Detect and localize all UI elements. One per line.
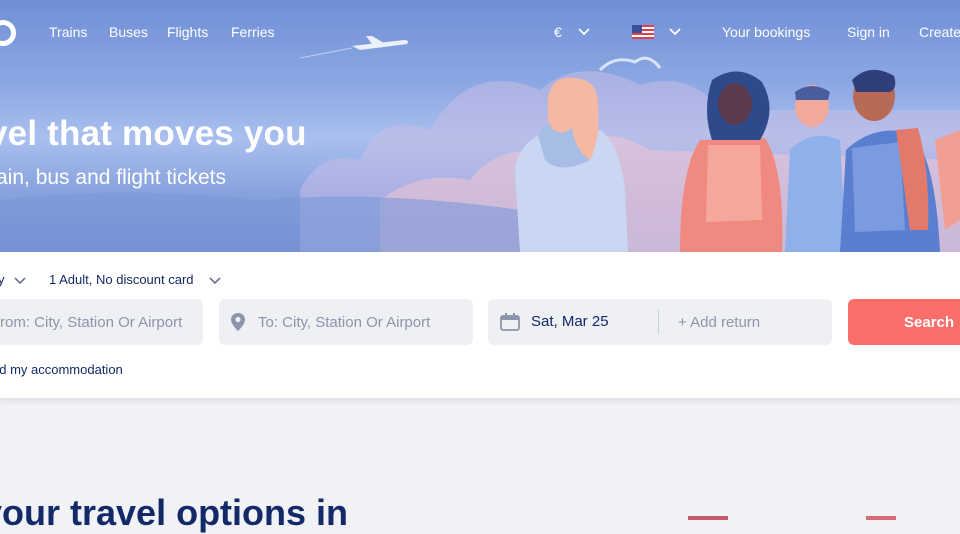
chevron-down-icon[interactable] xyxy=(208,274,222,288)
nav-buses[interactable]: Buses xyxy=(109,24,148,40)
search-card: y 1 Adult, No discount card rom: City, S… xyxy=(0,252,960,398)
location-pin-icon xyxy=(231,313,245,331)
passengers-selector[interactable]: 1 Adult, No discount card xyxy=(49,272,194,287)
us-flag-icon[interactable] xyxy=(632,25,654,39)
currency-selector[interactable]: € xyxy=(554,24,562,40)
hero-title: vel that moves you xyxy=(0,114,307,153)
traveler-illustration xyxy=(515,69,960,252)
chevron-down-icon[interactable] xyxy=(577,25,591,39)
sign-in-link[interactable]: Sign in xyxy=(847,24,890,40)
from-placeholder: rom: City, Station Or Airport xyxy=(0,314,183,331)
from-field[interactable]: rom: City, Station Or Airport xyxy=(0,299,203,345)
hero-subtitle: ain, bus and flight tickets xyxy=(0,166,226,189)
trip-type-selector[interactable]: y xyxy=(0,272,5,287)
top-navigation: Trains Buses Flights Ferries € Your book… xyxy=(0,0,960,64)
to-placeholder: To: City, Station Or Airport xyxy=(258,314,431,331)
calendar-icon xyxy=(500,313,520,331)
section-illustration xyxy=(688,516,896,520)
section-title: your travel options in xyxy=(0,492,349,533)
to-field[interactable]: To: City, Station Or Airport xyxy=(219,299,473,345)
find-accommodation-option[interactable]: nd my accommodation xyxy=(0,362,123,377)
trip-type-label: y xyxy=(0,272,5,287)
add-return-button[interactable]: + Add return xyxy=(678,314,760,331)
departure-date[interactable]: Sat, Mar 25 xyxy=(531,313,609,330)
date-divider xyxy=(658,310,659,334)
nav-flights[interactable]: Flights xyxy=(167,24,208,40)
chevron-down-icon[interactable] xyxy=(13,274,27,288)
search-button[interactable]: Search xyxy=(848,299,960,345)
nav-ferries[interactable]: Ferries xyxy=(231,24,275,40)
nav-trains[interactable]: Trains xyxy=(49,24,87,40)
logo-icon[interactable] xyxy=(0,20,16,46)
date-field[interactable]: Sat, Mar 25 + Add return xyxy=(488,299,832,345)
your-bookings-link[interactable]: Your bookings xyxy=(722,24,810,40)
chevron-down-icon[interactable] xyxy=(668,25,682,39)
create-account-link[interactable]: Create xyxy=(919,24,960,40)
hero-banner: Trains Buses Flights Ferries € Your book… xyxy=(0,0,960,252)
